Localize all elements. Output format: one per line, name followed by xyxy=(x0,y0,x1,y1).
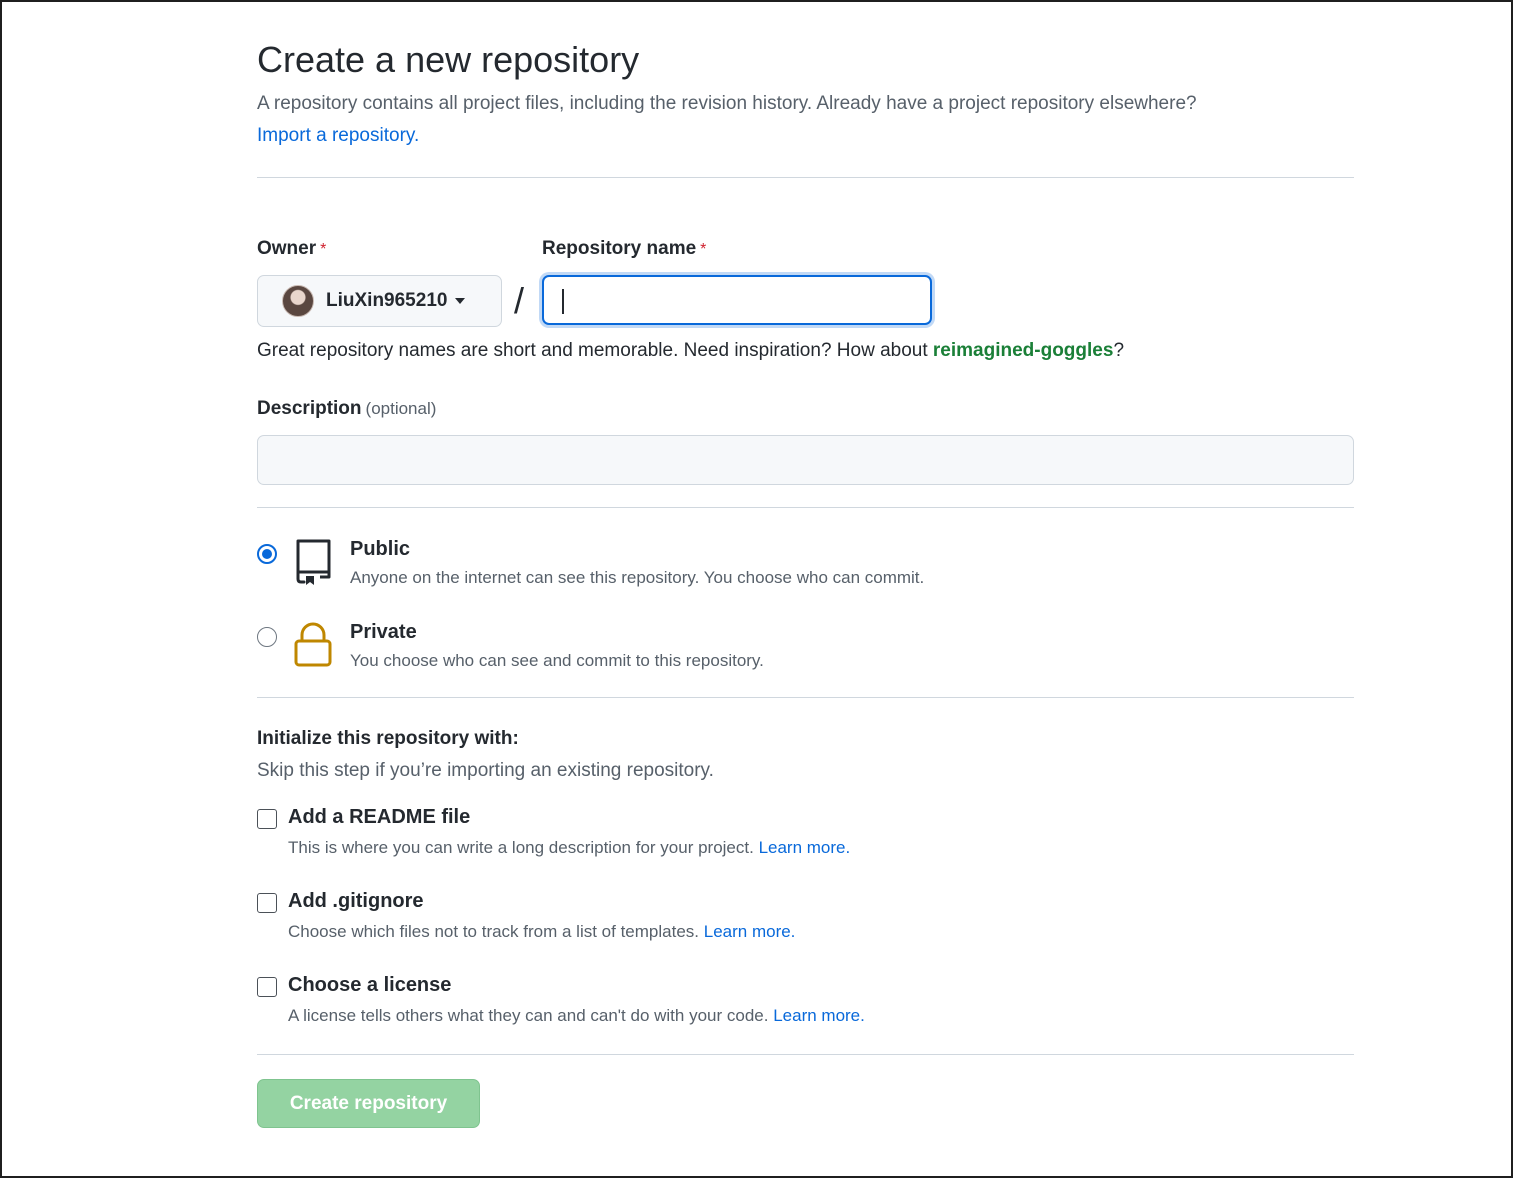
gitignore-option: Add .gitignore Choose which files not to… xyxy=(257,890,1157,950)
public-radio[interactable] xyxy=(257,544,277,564)
description-optional: (optional) xyxy=(365,399,437,418)
divider xyxy=(257,1054,1354,1055)
license-option: Choose a license A license tells others … xyxy=(257,974,1157,1034)
owner-label: Owner xyxy=(257,238,317,259)
owner-dropdown-button[interactable]: LiuXin965210 xyxy=(257,275,502,327)
gitignore-description: Choose which files not to track from a l… xyxy=(288,922,795,942)
page-subtitle: A repository contains all project files,… xyxy=(257,88,1354,152)
description-label-group: Description (optional) xyxy=(257,398,436,420)
repo-name-suggestion[interactable]: reimagined-goggles xyxy=(933,340,1114,361)
gitignore-label[interactable]: Add .gitignore xyxy=(288,890,424,913)
public-description: Anyone on the internet can see this repo… xyxy=(350,568,925,587)
create-repository-button[interactable]: Create repository xyxy=(257,1079,480,1128)
repo-icon xyxy=(293,538,333,591)
owner-required-mark: * xyxy=(320,241,327,258)
avatar xyxy=(282,285,314,317)
repo-name-input[interactable] xyxy=(542,275,932,325)
divider xyxy=(257,697,1354,698)
import-repository-link[interactable]: Import a repository. xyxy=(257,125,419,146)
owner-repo-row: Owner * LiuXin965210 / Repository name * xyxy=(257,238,1354,338)
readme-label[interactable]: Add a README file xyxy=(288,806,470,829)
gitignore-description-text: Choose which files not to track from a l… xyxy=(288,922,700,941)
public-title: Public xyxy=(350,538,411,560)
owner-field: Owner * xyxy=(257,238,326,260)
repo-name-label: Repository name xyxy=(542,238,697,259)
readme-checkbox[interactable] xyxy=(257,809,277,829)
repo-name-hint-end: ? xyxy=(1113,340,1125,361)
private-description: You choose who can see and commit to thi… xyxy=(350,651,764,670)
divider xyxy=(257,177,1354,178)
readme-learn-more-link[interactable]: Learn more. xyxy=(759,838,851,857)
chevron-down-icon xyxy=(455,298,466,304)
init-title: Initialize this repository with: xyxy=(257,728,519,749)
repo-name-hint: Great repository names are short and mem… xyxy=(257,340,1124,362)
owner-name: LiuXin965210 xyxy=(326,290,448,311)
owner-repo-separator: / xyxy=(514,280,525,321)
private-radio[interactable] xyxy=(257,627,277,647)
lock-icon xyxy=(293,621,333,674)
license-label[interactable]: Choose a license xyxy=(288,974,451,997)
license-learn-more-link[interactable]: Learn more. xyxy=(773,1006,865,1025)
repo-name-hint-text: Great repository names are short and mem… xyxy=(257,340,933,361)
readme-description-text: This is where you can write a long descr… xyxy=(288,838,754,857)
readme-option: Add a README file This is where you can … xyxy=(257,806,1157,866)
page-subtitle-text: A repository contains all project files,… xyxy=(257,93,1197,114)
description-input[interactable] xyxy=(257,435,1354,485)
gitignore-learn-more-link[interactable]: Learn more. xyxy=(704,922,796,941)
repo-name-field: Repository name * xyxy=(542,238,932,325)
repo-name-required-mark: * xyxy=(700,241,707,258)
visibility-private-option[interactable]: Private You choose who can see and commi… xyxy=(257,621,1157,681)
init-subtitle: Skip this step if you’re importing an ex… xyxy=(257,760,714,781)
description-label: Description xyxy=(257,398,362,419)
page-title: Create a new repository xyxy=(257,39,640,80)
readme-description: This is where you can write a long descr… xyxy=(288,838,850,858)
private-title: Private xyxy=(350,621,417,643)
license-checkbox[interactable] xyxy=(257,977,277,997)
gitignore-checkbox[interactable] xyxy=(257,893,277,913)
new-repo-form: Create a new repository A repository con… xyxy=(257,38,1354,1128)
divider xyxy=(257,507,1354,508)
license-description-text: A license tells others what they can and… xyxy=(288,1006,769,1025)
license-description: A license tells others what they can and… xyxy=(288,1006,865,1026)
text-cursor xyxy=(562,289,564,314)
visibility-public-option[interactable]: Public Anyone on the internet can see th… xyxy=(257,538,1157,598)
